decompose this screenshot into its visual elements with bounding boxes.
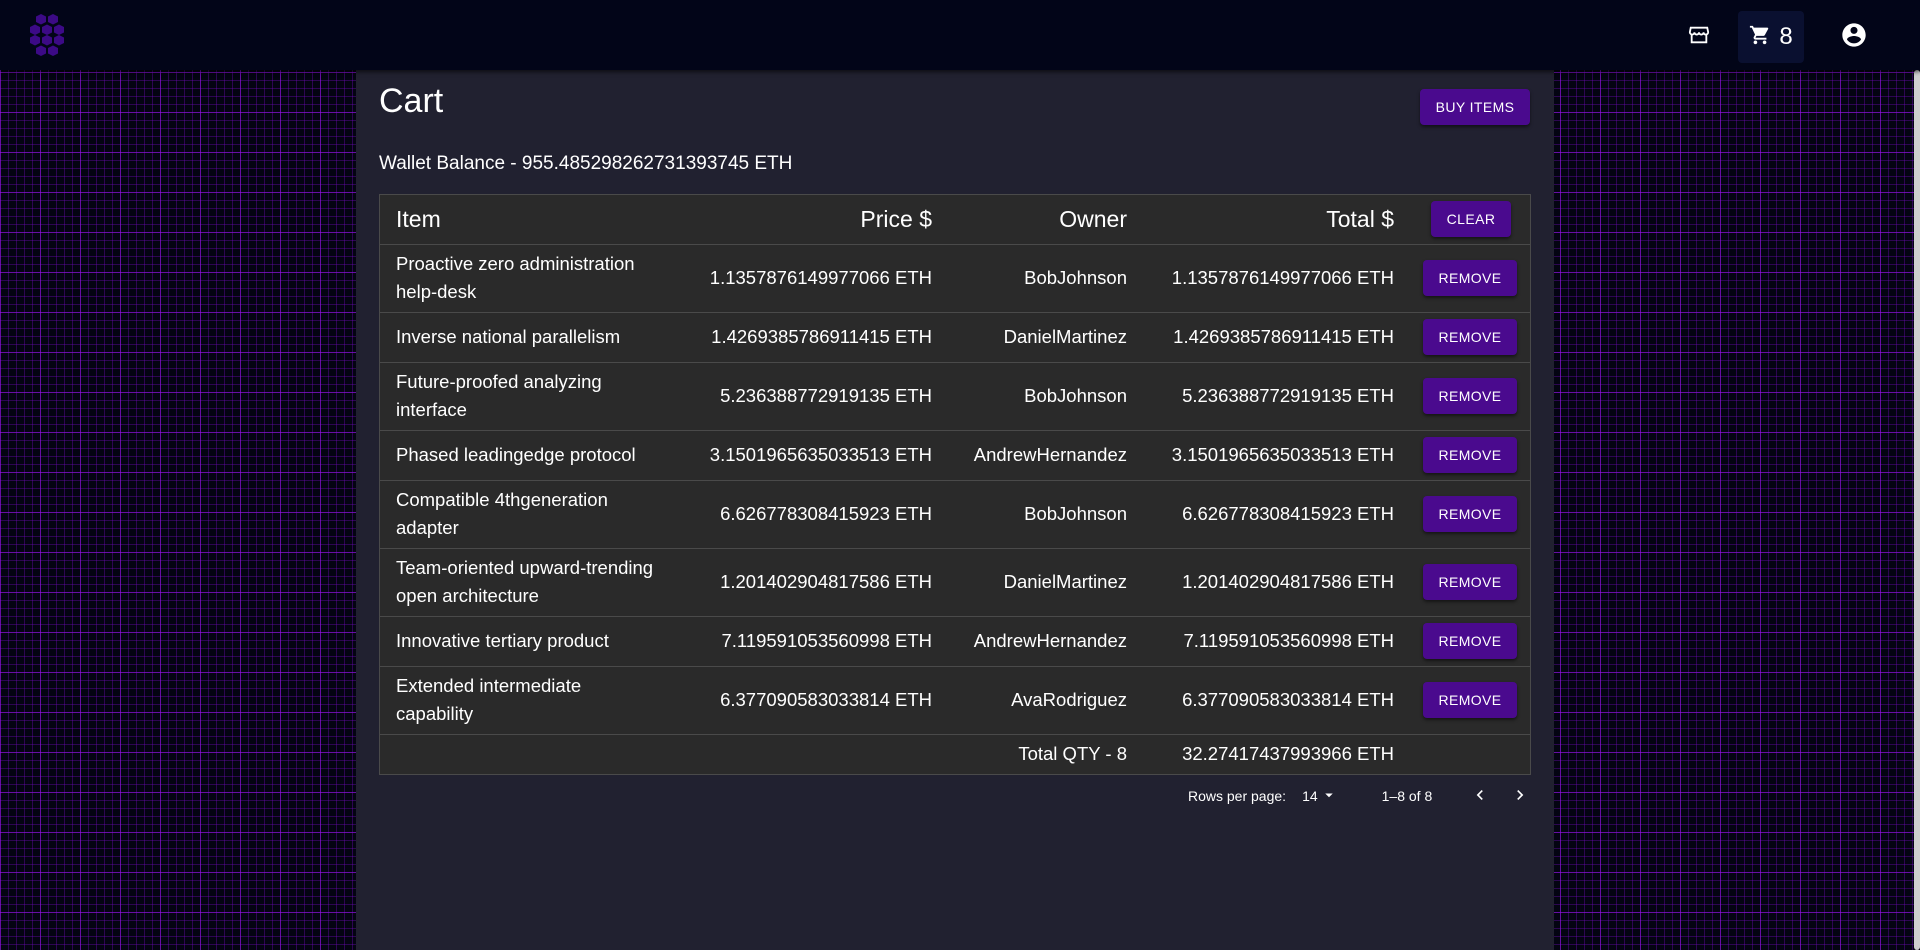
previous-page-button[interactable] bbox=[1466, 782, 1494, 810]
arrow-drop-down-icon bbox=[1320, 786, 1338, 807]
table-row: Future-proofed analyzing interface 5.236… bbox=[380, 362, 1530, 431]
table-row: Proactive zero administration help-desk … bbox=[380, 244, 1530, 313]
item-action: REMOVE bbox=[1394, 480, 1530, 549]
item-name: Innovative tertiary product bbox=[380, 616, 666, 667]
remove-button[interactable]: REMOVE bbox=[1423, 682, 1517, 718]
item-total: 3.1501965635033513 ETH bbox=[1127, 430, 1394, 481]
item-owner: DanielMartinez bbox=[932, 548, 1127, 617]
item-name: Phased leadingedge protocol bbox=[380, 430, 666, 481]
cart-button[interactable]: 8 bbox=[1738, 11, 1804, 63]
table-row: Team-oriented upward-trending open archi… bbox=[380, 548, 1530, 617]
item-name: Future-proofed analyzing interface bbox=[380, 362, 666, 431]
chevron-right-icon bbox=[1510, 785, 1530, 808]
table-pagination: Rows per page: 14 1–8 of 8 bbox=[1188, 782, 1546, 810]
item-name: Team-oriented upward-trending open archi… bbox=[380, 548, 666, 617]
item-name: Compatible 4thgeneration adapter bbox=[380, 480, 666, 549]
remove-button[interactable]: REMOVE bbox=[1423, 623, 1517, 659]
buy-items-button[interactable]: BUY ITEMS bbox=[1420, 89, 1530, 125]
item-total: 7.119591053560998 ETH bbox=[1127, 616, 1394, 667]
chevron-left-icon bbox=[1470, 785, 1490, 808]
item-price: 3.1501965635033513 ETH bbox=[666, 430, 932, 481]
item-total: 1.4269385786911415 ETH bbox=[1127, 312, 1394, 363]
cart-count: 8 bbox=[1779, 23, 1793, 50]
remove-button[interactable]: REMOVE bbox=[1423, 437, 1517, 473]
item-total: 1.201402904817586 ETH bbox=[1127, 548, 1394, 617]
item-action: REMOVE bbox=[1394, 666, 1530, 735]
rows-per-page-select[interactable]: 14 bbox=[1302, 786, 1338, 807]
item-price: 1.1357876149977066 ETH bbox=[666, 244, 932, 313]
hexagon-logo-icon[interactable] bbox=[22, 10, 72, 60]
remove-button[interactable]: REMOVE bbox=[1423, 564, 1517, 600]
wallet-balance: Wallet Balance - 955.485298262731393745 … bbox=[379, 153, 793, 174]
item-price: 1.201402904817586 ETH bbox=[666, 548, 932, 617]
item-action: REMOVE bbox=[1394, 312, 1530, 363]
item-action: REMOVE bbox=[1394, 362, 1530, 431]
page-range: 1–8 of 8 bbox=[1381, 788, 1433, 804]
table-row: Innovative tertiary product 7.1195910535… bbox=[380, 616, 1530, 667]
cart-panel: Cart BUY ITEMS Wallet Balance - 955.4852… bbox=[356, 70, 1554, 950]
total-quantity: Total QTY - 8 bbox=[1018, 743, 1127, 765]
scrollbar-thumb[interactable] bbox=[1914, 70, 1920, 950]
table-row: Compatible 4thgeneration adapter 6.62677… bbox=[380, 480, 1530, 549]
table-row: Phased leadingedge protocol 3.1501965635… bbox=[380, 430, 1530, 481]
account-button[interactable] bbox=[1831, 11, 1877, 63]
next-page-button[interactable] bbox=[1506, 782, 1534, 810]
table-header-row: Item Price $ Owner Total $ CLEAR bbox=[380, 195, 1530, 245]
item-price: 6.377090583033814 ETH bbox=[666, 666, 932, 735]
item-owner: BobJohnson bbox=[932, 480, 1127, 549]
item-price: 1.4269385786911415 ETH bbox=[666, 312, 932, 363]
store-button[interactable] bbox=[1676, 11, 1722, 63]
item-owner: AndrewHernandez bbox=[932, 616, 1127, 667]
item-action: REMOVE bbox=[1394, 616, 1530, 667]
column-header-action: CLEAR bbox=[1394, 195, 1530, 245]
app-bar: 8 bbox=[0, 0, 1920, 70]
item-total: 5.236388772919135 ETH bbox=[1127, 362, 1394, 431]
item-owner: BobJohnson bbox=[932, 362, 1127, 431]
column-header-owner: Owner bbox=[932, 195, 1127, 245]
remove-button[interactable]: REMOVE bbox=[1423, 496, 1517, 532]
storefront-icon bbox=[1688, 24, 1710, 51]
page-scrollbar[interactable] bbox=[1912, 70, 1920, 950]
column-header-price: Price $ bbox=[666, 195, 932, 245]
grand-total: 32.27417437993966 ETH bbox=[1182, 743, 1394, 765]
item-total: 6.626778308415923 ETH bbox=[1127, 480, 1394, 549]
item-price: 6.626778308415923 ETH bbox=[666, 480, 932, 549]
item-name: Proactive zero administration help-desk bbox=[380, 244, 666, 313]
page-title: Cart bbox=[379, 82, 444, 120]
column-header-item: Item bbox=[380, 195, 666, 245]
table-footer-row: Total QTY - 8 32.27417437993966 ETH bbox=[380, 734, 1530, 774]
remove-button[interactable]: REMOVE bbox=[1423, 260, 1517, 296]
item-owner: AvaRodriguez bbox=[932, 666, 1127, 735]
item-price: 7.119591053560998 ETH bbox=[666, 616, 932, 667]
item-total: 6.377090583033814 ETH bbox=[1127, 666, 1394, 735]
remove-button[interactable]: REMOVE bbox=[1423, 378, 1517, 414]
item-name: Extended intermediate capability bbox=[380, 666, 666, 735]
item-price: 5.236388772919135 ETH bbox=[666, 362, 932, 431]
item-action: REMOVE bbox=[1394, 244, 1530, 313]
column-header-total: Total $ bbox=[1127, 195, 1394, 245]
clear-button[interactable]: CLEAR bbox=[1431, 201, 1511, 238]
remove-button[interactable]: REMOVE bbox=[1423, 319, 1517, 355]
item-owner: BobJohnson bbox=[932, 244, 1127, 313]
shopping-cart-icon bbox=[1749, 24, 1771, 51]
table-row: Inverse national parallelism 1.426938578… bbox=[380, 312, 1530, 363]
item-owner: DanielMartinez bbox=[932, 312, 1127, 363]
table-row: Extended intermediate capability 6.37709… bbox=[380, 666, 1530, 735]
item-total: 1.1357876149977066 ETH bbox=[1127, 244, 1394, 313]
item-owner: AndrewHernandez bbox=[932, 430, 1127, 481]
rows-per-page-value: 14 bbox=[1302, 788, 1318, 804]
item-action: REMOVE bbox=[1394, 430, 1530, 481]
item-action: REMOVE bbox=[1394, 548, 1530, 617]
item-name: Inverse national parallelism bbox=[380, 312, 666, 363]
cart-table: Item Price $ Owner Total $ CLEAR Proacti… bbox=[379, 194, 1531, 775]
account-circle-icon bbox=[1840, 21, 1868, 54]
rows-per-page-label: Rows per page: bbox=[1188, 788, 1287, 804]
